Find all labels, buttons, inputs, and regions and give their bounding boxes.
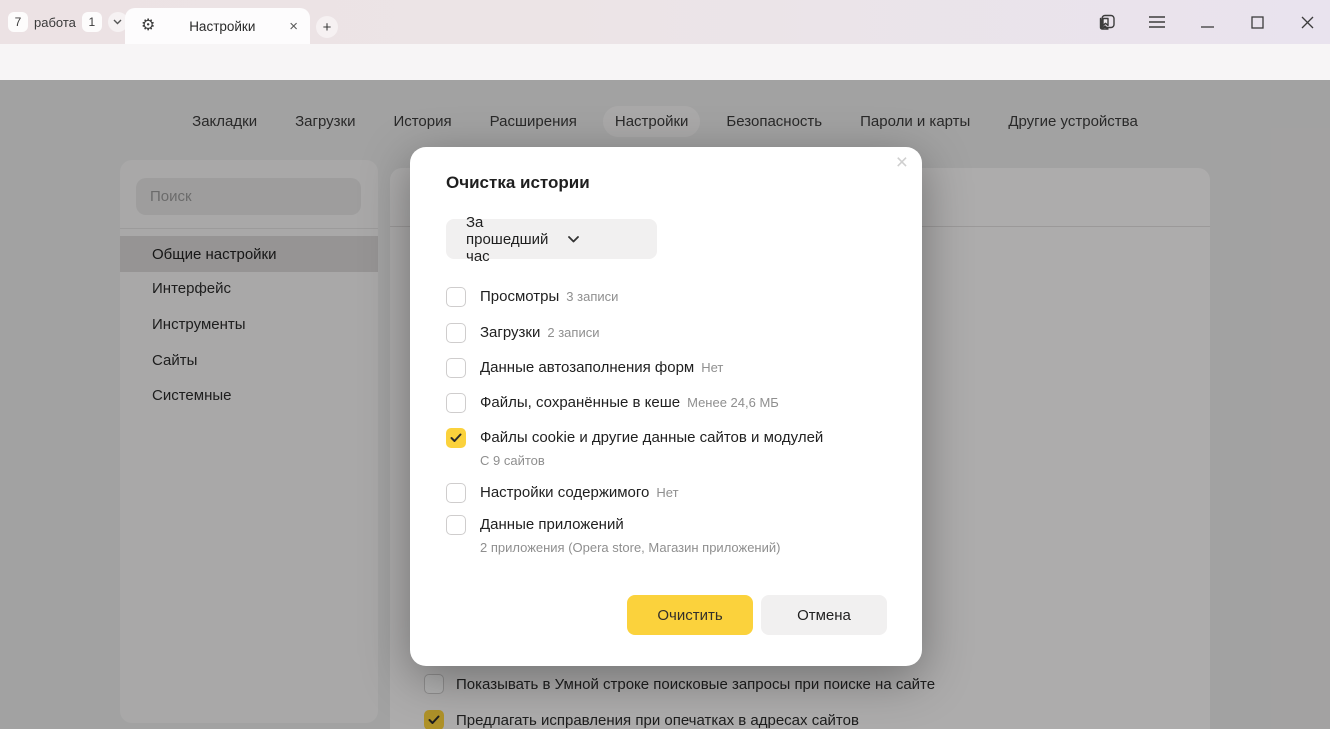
new-tab-button[interactable]: + — [316, 16, 338, 38]
checkbox-unchecked[interactable] — [446, 393, 466, 413]
tab-close-icon[interactable]: × — [289, 18, 298, 35]
dialog-close-icon[interactable]: × — [896, 151, 908, 175]
history-item-app-data[interactable]: Данные приложений 2 приложения (Opera st… — [446, 515, 780, 556]
tab-title: Настройки — [155, 19, 289, 34]
maximize-icon — [1251, 16, 1264, 29]
window-maximize-button[interactable] — [1242, 8, 1272, 36]
checkbox-checked[interactable] — [446, 428, 466, 448]
history-item-content-settings[interactable]: Настройки содержимого Нет — [446, 483, 679, 503]
tab-group-name: работа — [34, 15, 76, 30]
chevron-down-icon — [113, 19, 122, 25]
history-item-cache[interactable]: Файлы, сохранённые в кеше Менее 24,6 МБ — [446, 393, 779, 413]
address-bar: ← Я Y settings Настройки ⋮ — [0, 44, 1330, 80]
clear-history-dialog: × Очистка истории За прошедший час Просм… — [410, 147, 922, 666]
tab-bar: 7 работа 1 ⚙ Настройки × + — [0, 0, 1330, 44]
item-subtext: 2 приложения (Opera store, Магазин прило… — [480, 540, 780, 556]
tab-group-chip[interactable]: 7 работа 1 — [8, 11, 139, 33]
history-item-downloads[interactable]: Загрузки 2 записи — [446, 323, 599, 343]
window-minimize-button[interactable] — [1192, 8, 1222, 36]
item-count: Менее 24,6 МБ — [687, 395, 779, 410]
item-subtext: С 9 сайтов — [480, 453, 823, 469]
chevron-down-icon — [568, 236, 641, 243]
tab-panel-button[interactable] — [1092, 8, 1122, 36]
history-item-cookies[interactable]: Файлы cookie и другие данные сайтов и мо… — [446, 428, 823, 469]
period-select-value: За прошедший час — [466, 214, 548, 265]
window-close-button[interactable] — [1292, 8, 1322, 36]
checkbox-unchecked[interactable] — [446, 323, 466, 343]
period-select[interactable]: За прошедший час — [446, 219, 657, 259]
gear-icon: ⚙ — [141, 18, 155, 34]
item-label: Данные приложений — [480, 516, 624, 533]
item-label: Файлы cookie и другие данные сайтов и мо… — [480, 429, 823, 446]
item-label: Настройки содержимого — [480, 484, 649, 501]
tab-settings[interactable]: ⚙ Настройки × — [125, 8, 310, 44]
browser-window: 7 работа 1 ⚙ Настройки × + — [0, 0, 1330, 729]
minimize-icon — [1201, 16, 1214, 29]
item-label: Данные автозаполнения форм — [480, 359, 694, 376]
item-count: 2 записи — [547, 325, 599, 340]
hamburger-menu-icon — [1149, 16, 1165, 28]
history-item-views[interactable]: Просмотры 3 записи — [446, 287, 618, 307]
item-label: Загрузки — [480, 324, 540, 341]
checkbox-unchecked[interactable] — [446, 287, 466, 307]
tab-group-count-badge: 7 — [8, 12, 28, 32]
item-count: 3 записи — [566, 289, 618, 304]
checkbox-unchecked[interactable] — [446, 358, 466, 378]
history-item-autofill[interactable]: Данные автозаполнения форм Нет — [446, 358, 723, 378]
item-count: Нет — [701, 360, 723, 375]
browser-menu-button[interactable] — [1142, 8, 1172, 36]
check-icon — [450, 433, 462, 443]
cancel-button[interactable]: Отмена — [761, 595, 887, 635]
item-label: Файлы, сохранённые в кеше — [480, 394, 680, 411]
checkbox-unchecked[interactable] — [446, 515, 466, 535]
tabs-panel-icon — [1097, 12, 1117, 32]
tab-group-active-badge: 1 — [82, 12, 102, 32]
dialog-title: Очистка истории — [446, 173, 590, 193]
checkbox-unchecked[interactable] — [446, 483, 466, 503]
close-icon — [1301, 16, 1314, 29]
item-count: Нет — [656, 485, 678, 500]
item-label: Просмотры — [480, 288, 559, 305]
clear-button[interactable]: Очистить — [627, 595, 753, 635]
